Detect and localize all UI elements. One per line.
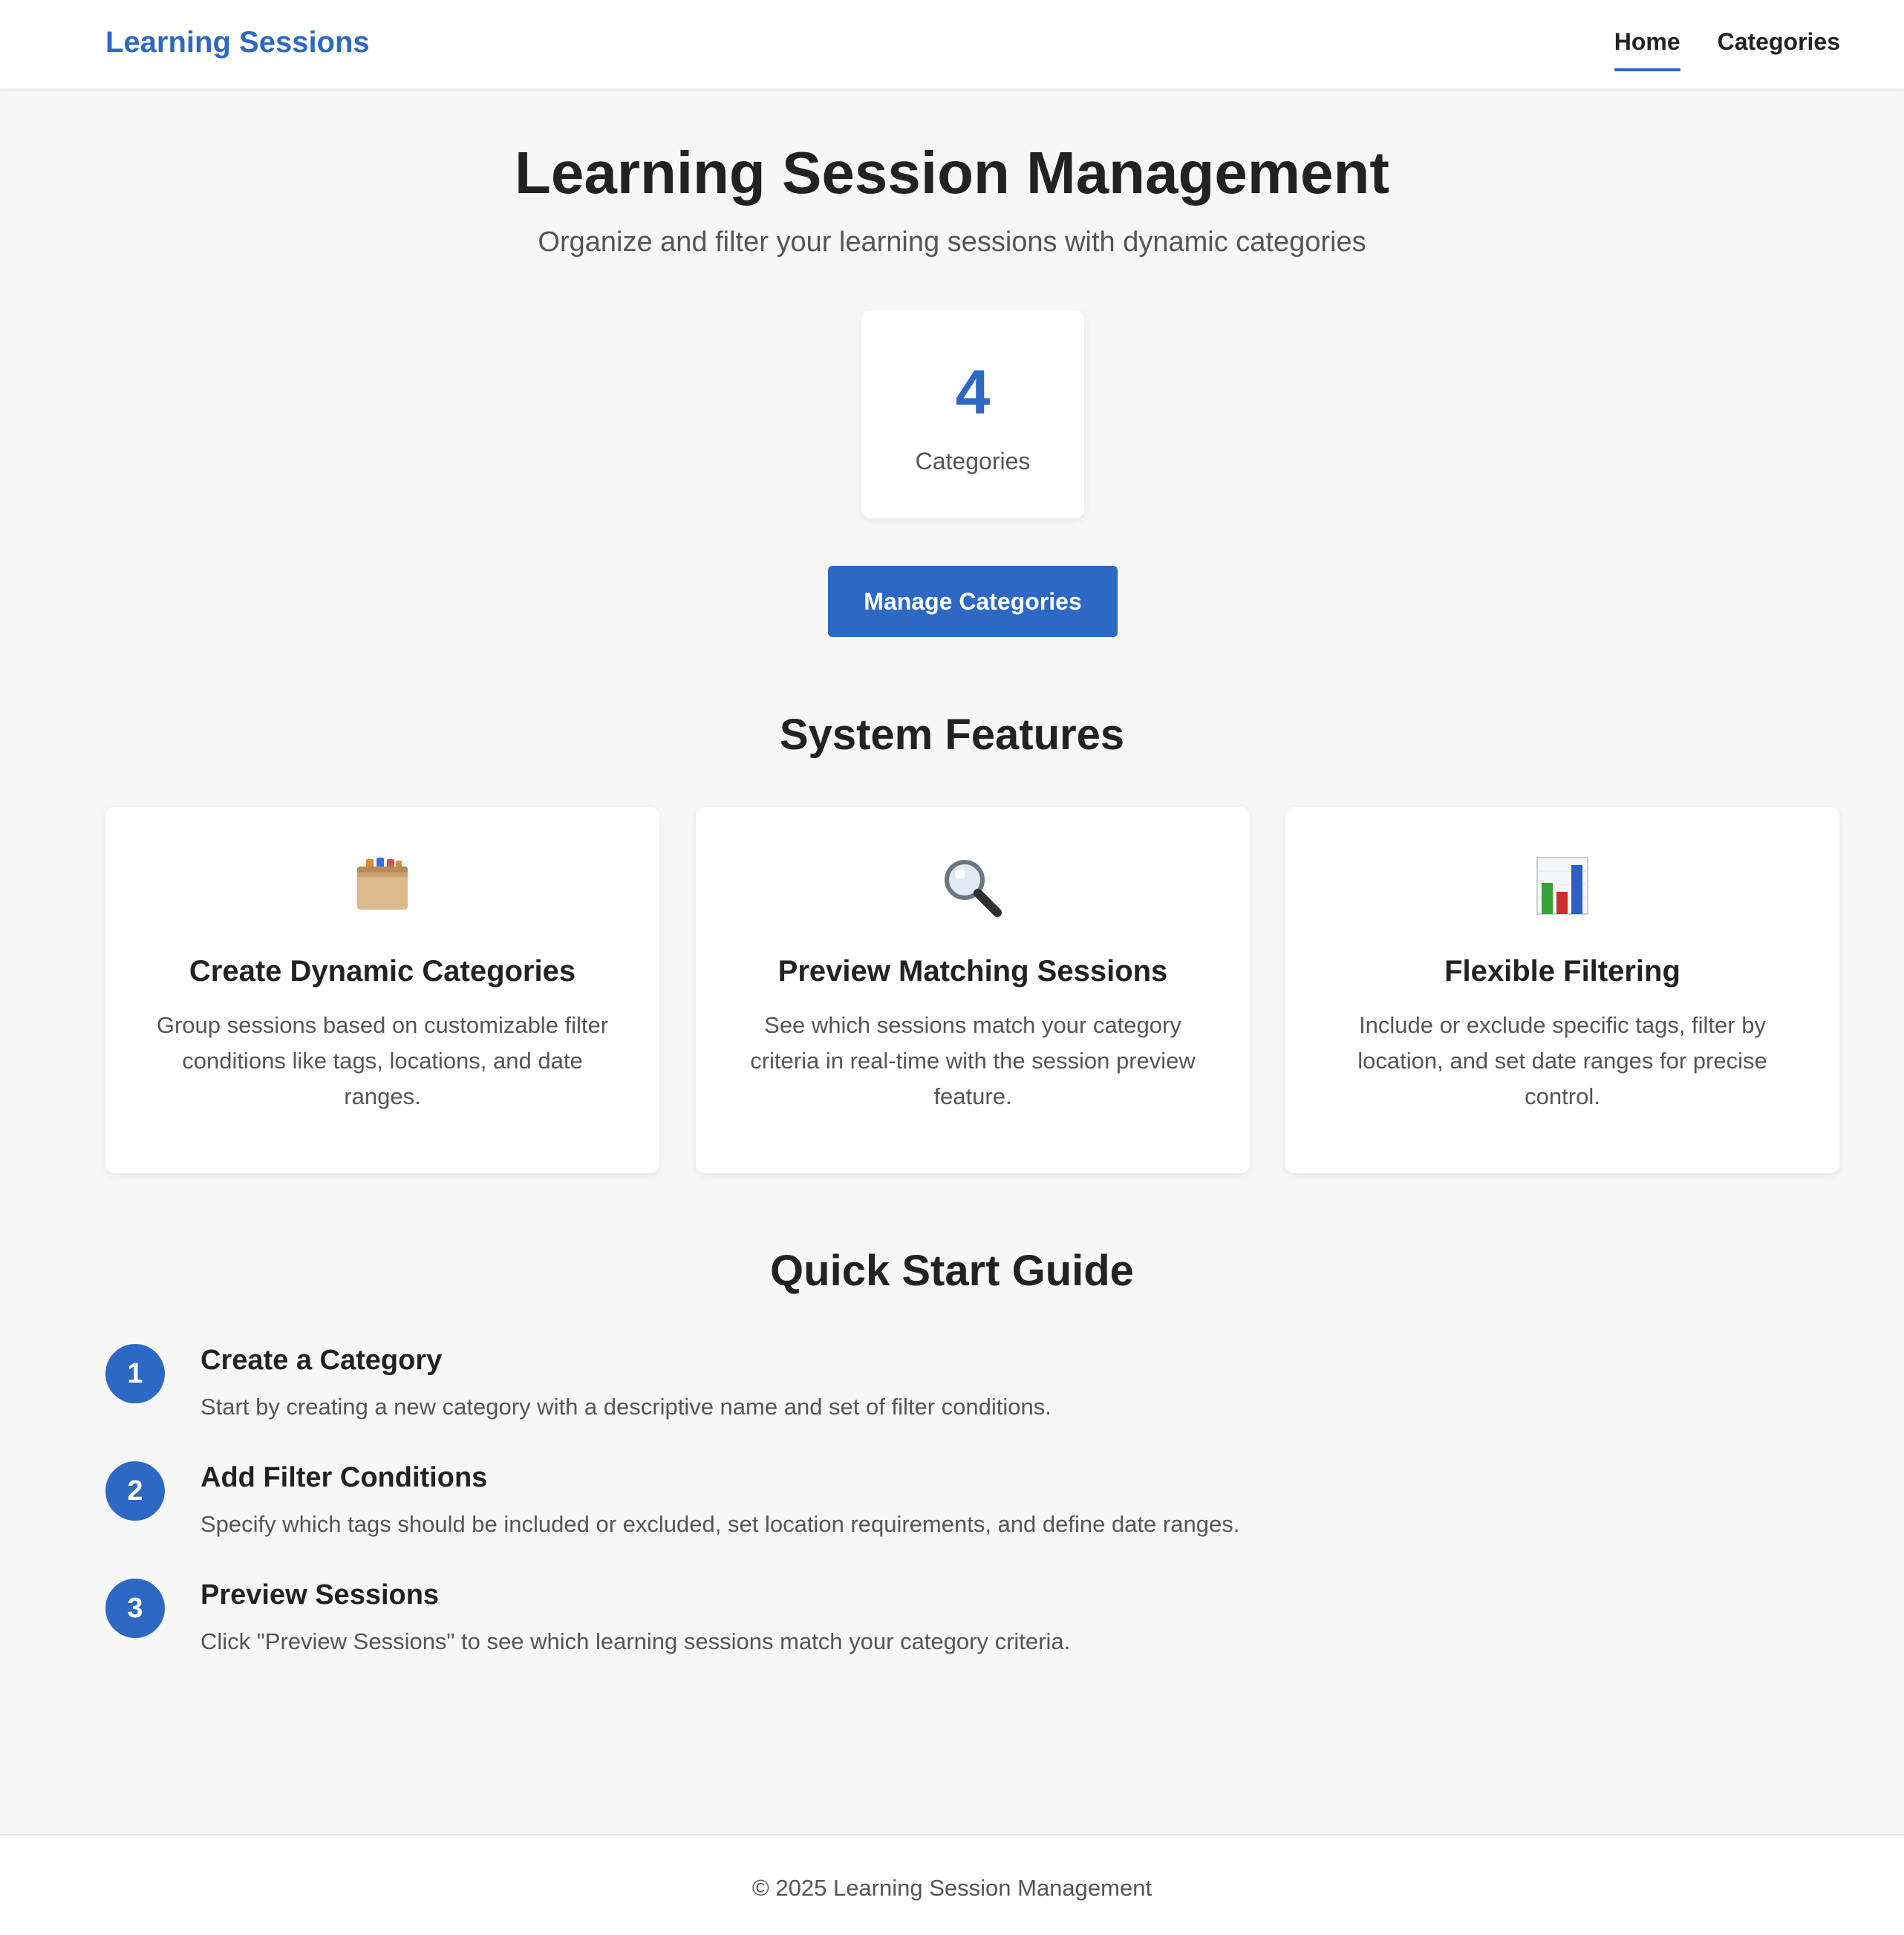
feature-title: Flexible Filtering <box>1444 955 1680 988</box>
nav-link-home[interactable]: Home <box>1614 22 1680 71</box>
feature-description: See which sessions match your category c… <box>750 1012 1196 1109</box>
categories-stat-card: 4 Categories <box>861 310 1084 518</box>
guide-step: 3 Preview Sessions Click "Preview Sessio… <box>105 1577 1799 1674</box>
page-subtitle: Organize and filter your learning sessio… <box>538 226 1366 258</box>
step-description: Specify which tags should be included or… <box>200 1511 1240 1537</box>
feature-card-dynamic-categories: Create Dynamic Categories Group sessions… <box>105 807 659 1173</box>
step-number-badge: 3 <box>105 1579 165 1638</box>
top-navigation-bar: Learning Sessions Home Categories <box>0 0 1904 89</box>
card-file-box-icon <box>105 856 659 923</box>
step-description: Start by creating a new category with a … <box>200 1394 1052 1420</box>
categories-stat-label: Categories <box>915 448 1031 474</box>
guide-step: 1 Create a Category Start by creating a … <box>105 1342 1799 1439</box>
feature-description: Group sessions based on customizable fil… <box>156 1012 609 1109</box>
feature-description: Include or exclude specific tags, filter… <box>1357 1012 1767 1109</box>
step-title: Preview Sessions <box>200 1579 440 1611</box>
main-nav: Home Categories <box>1614 22 1840 71</box>
manage-categories-button[interactable]: Manage Categories <box>828 566 1118 637</box>
feature-title: Create Dynamic Categories <box>189 955 576 988</box>
quick-start-title: Quick Start Guide <box>770 1247 1134 1295</box>
brand-logo-link[interactable]: Learning Sessions <box>105 24 370 61</box>
step-title: Add Filter Conditions <box>200 1462 488 1493</box>
feature-title: Preview Matching Sessions <box>777 955 1168 988</box>
copyright-text: © 2025 Learning Session Management <box>752 1875 1152 1901</box>
bar-chart-icon <box>1285 856 1839 923</box>
nav-link-categories[interactable]: Categories <box>1718 22 1840 71</box>
guide-step: 2 Add Filter Conditions Specify which ta… <box>105 1460 1799 1556</box>
features-section-title: System Features <box>779 711 1125 759</box>
page-title: Learning Session Management <box>514 140 1390 206</box>
step-description: Click "Preview Sessions" to see which le… <box>200 1628 1071 1654</box>
feature-card-preview-sessions: Preview Matching Sessions See which sess… <box>696 807 1250 1173</box>
feature-card-flexible-filtering: Flexible Filtering Include or exclude sp… <box>1285 807 1839 1173</box>
step-number-badge: 2 <box>105 1461 165 1521</box>
step-number-badge: 1 <box>105 1344 165 1403</box>
step-title: Create a Category <box>200 1345 443 1376</box>
categories-count: 4 <box>955 357 991 427</box>
page-footer: © 2025 Learning Session Management <box>0 1834 1904 1935</box>
magnifying-glass-icon <box>696 856 1250 923</box>
